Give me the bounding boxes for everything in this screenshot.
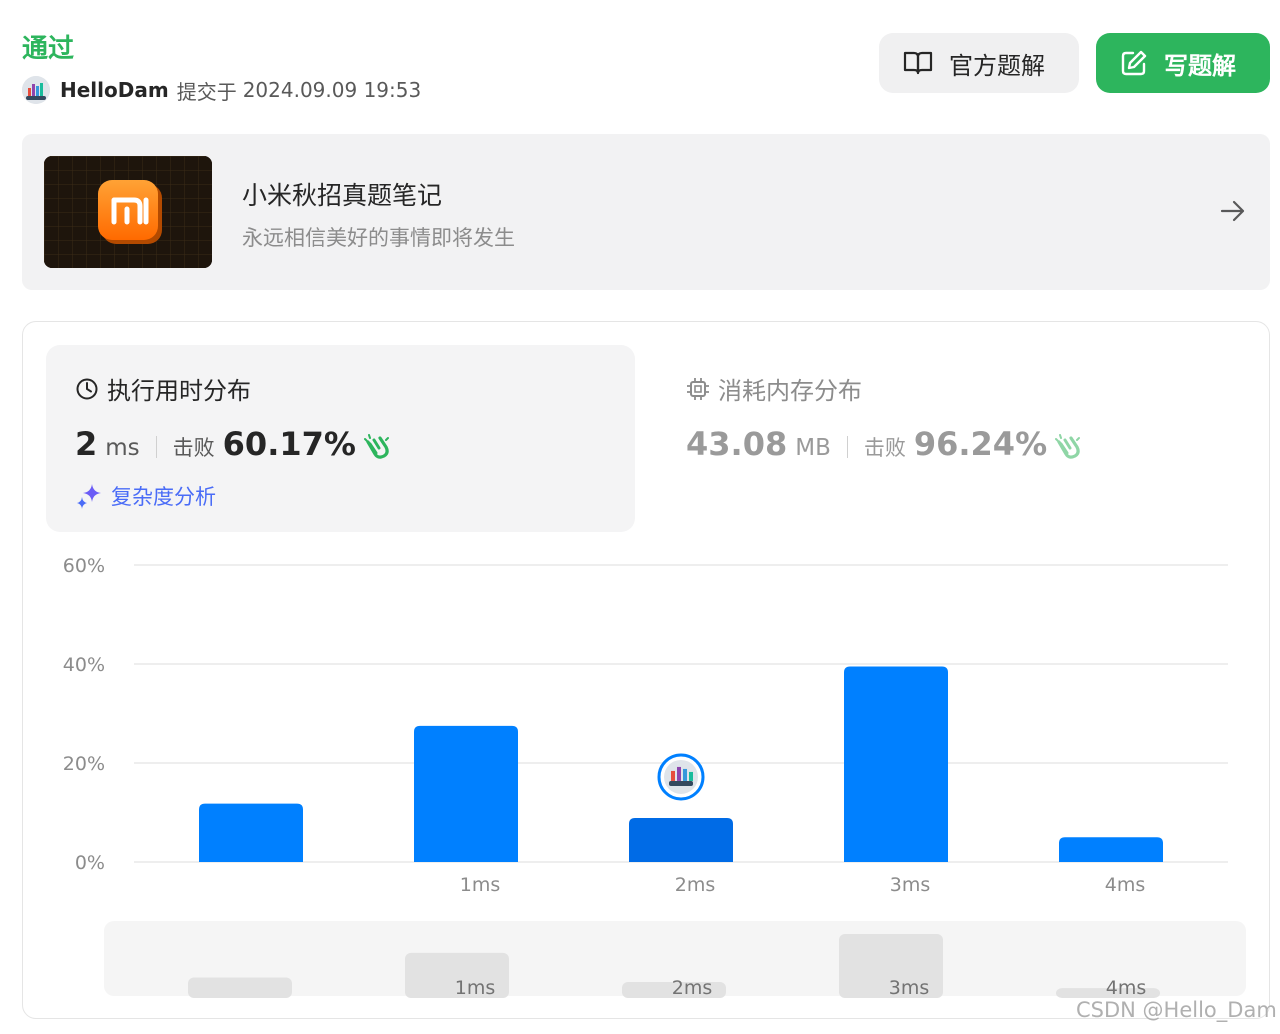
overview-label: 1ms: [455, 977, 496, 999]
x-tick-label: 1ms: [460, 874, 501, 896]
user-avatar-marker-detail: [677, 766, 681, 781]
y-tick-label: 0%: [75, 852, 105, 874]
bar[interactable]: [629, 817, 733, 862]
bar[interactable]: [199, 803, 303, 862]
user-avatar-marker-detail: [683, 768, 687, 781]
user-avatar-marker-detail: [669, 780, 693, 786]
bar[interactable]: [414, 725, 518, 862]
x-tick-label: 4ms: [1105, 874, 1146, 896]
bar[interactable]: [1059, 837, 1163, 862]
overview-bar: [188, 977, 292, 998]
bar[interactable]: [844, 666, 948, 862]
watermark: CSDN @Hello_Dam: [1076, 998, 1277, 1022]
overview-label: 3ms: [889, 977, 930, 999]
y-tick-label: 60%: [63, 555, 105, 577]
runtime-distribution-chart[interactable]: 0% 20% 40% 60% 1ms 2ms 3ms 4ms 1ms 2ms 3ms 4ms: [0, 0, 1280, 1000]
x-tick-label: 2ms: [675, 874, 716, 896]
user-avatar-marker-detail: [671, 770, 675, 781]
user-avatar-marker-detail: [689, 771, 693, 781]
overview-label: 2ms: [672, 977, 713, 999]
x-tick-label: 3ms: [890, 874, 931, 896]
overview-label: 4ms: [1106, 977, 1147, 999]
y-tick-label: 40%: [63, 654, 105, 676]
y-tick-label: 20%: [63, 753, 105, 775]
